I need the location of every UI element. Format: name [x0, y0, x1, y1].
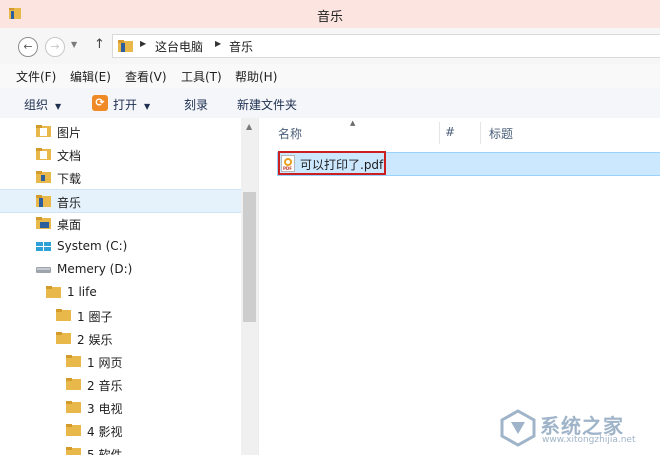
file-row-selected[interactable]: PDF 可以打印了.pdf [277, 151, 660, 176]
new-folder-button[interactable]: 新建文件夹 [237, 96, 297, 113]
scroll-thumb[interactable] [243, 192, 256, 322]
menu-bar: 文件(F) 编辑(E) 查看(V) 工具(T) 帮助(H) [0, 64, 660, 89]
nav-item[interactable]: Memery (D:) [0, 258, 240, 280]
nav-item[interactable]: 图片 [0, 120, 240, 142]
folder-icon [66, 355, 81, 367]
pictures-folder-icon [36, 125, 51, 137]
organize-label: 组织 [24, 98, 49, 112]
path-box[interactable]: ▶ 这台电脑 ▶ 音乐 [112, 34, 660, 58]
open-app-icon: ⟳ [92, 95, 108, 111]
nav-item[interactable]: 音乐 [0, 189, 241, 213]
watermark-url: www.xitongzhijia.net [542, 435, 636, 445]
breadcrumb-music[interactable]: 音乐 [229, 38, 253, 55]
nav-item[interactable]: System (C:) [0, 235, 240, 257]
chevron-down-icon: ▼ [55, 102, 62, 111]
nav-item[interactable]: 2 娱乐 [0, 327, 240, 349]
back-arrow-icon: ← [23, 40, 33, 53]
up-arrow-icon: ↑ [94, 37, 105, 52]
chevron-down-icon: ▼ [71, 40, 78, 49]
menu-tools[interactable]: 工具(T) [181, 68, 222, 85]
nav-item[interactable]: 2 音乐 [0, 373, 240, 395]
menu-file[interactable]: 文件(F) [16, 68, 56, 85]
nav-item-label: Memery (D:) [57, 262, 133, 276]
breadcrumb-separator-icon: ▶ [215, 39, 222, 48]
title-bar: 音乐 [0, 0, 660, 28]
windows-drive-icon [36, 242, 51, 251]
breadcrumb-separator-icon: ▶ [140, 39, 147, 48]
nav-item-label: 2 音乐 [87, 379, 123, 393]
up-button[interactable]: ↑ [94, 37, 105, 52]
back-button[interactable]: ← [18, 37, 38, 57]
nav-item[interactable]: 下载 [0, 166, 240, 188]
chevron-down-icon: ▼ [144, 102, 151, 111]
navigation-pane: 图片文档下载音乐桌面 System (C:) Memery (D:) 1 life 1 … [0, 118, 259, 455]
nav-item[interactable]: 桌面 [0, 212, 240, 234]
nav-item-label: System (C:) [57, 239, 128, 253]
sort-ascending-icon: ▲ [350, 119, 356, 127]
folder-icon [56, 332, 71, 344]
scroll-up-icon[interactable]: ▲ [246, 122, 252, 131]
nav-item-label: 桌面 [57, 218, 82, 232]
folder-icon [56, 309, 71, 321]
column-divider[interactable] [439, 122, 440, 144]
nav-item-label: 下载 [57, 172, 82, 186]
nav-item-label: 音乐 [57, 196, 82, 210]
nav-item[interactable]: 1 网页 [0, 350, 240, 372]
watermark-logo-icon [500, 409, 536, 447]
downloads-folder-icon [36, 171, 51, 183]
nav-item-label: 5 软件 [87, 448, 123, 455]
open-label: 打开 [113, 98, 138, 112]
file-name[interactable]: 可以打印了.pdf [300, 156, 383, 173]
nav-item[interactable]: 1 圈子 [0, 304, 240, 326]
nav-item[interactable]: 3 电视 [0, 396, 240, 418]
forward-arrow-icon: → [50, 40, 60, 53]
nav-item-label: 文档 [57, 149, 82, 163]
music-folder-icon [118, 40, 133, 52]
nav-item-label: 3 电视 [87, 402, 123, 416]
folder-icon [66, 424, 81, 436]
nav-item-label: 2 娱乐 [77, 333, 113, 347]
column-divider[interactable] [480, 122, 481, 144]
folder-icon [66, 378, 81, 390]
watermark: 系统之家 www.xitongzhijia.net [498, 404, 658, 452]
folder-icon [46, 286, 61, 298]
nav-item-label: 1 圈子 [77, 310, 113, 324]
nav-scrollbar[interactable]: ▲ [241, 118, 258, 455]
open-button[interactable]: 打开 ▼ [113, 96, 150, 113]
column-header-title[interactable]: 标题 [489, 125, 513, 142]
menu-help[interactable]: 帮助(H) [235, 68, 277, 85]
recent-locations-dropdown[interactable]: ▼ [71, 40, 77, 49]
drive-icon [36, 267, 51, 273]
window-title: 音乐 [316, 10, 343, 25]
column-header-name[interactable]: 名称 [278, 125, 302, 142]
nav-item-label: 4 影视 [87, 425, 123, 439]
nav-item[interactable]: 4 影视 [0, 419, 240, 441]
nav-item-label: 1 网页 [87, 356, 123, 370]
menu-edit[interactable]: 编辑(E) [70, 68, 111, 85]
nav-item[interactable]: 文档 [0, 143, 240, 165]
address-bar: ← → ▼ ↑ ▶ 这台电脑 ▶ 音乐 [0, 28, 660, 65]
burn-button[interactable]: 刻录 [184, 96, 208, 113]
desktop-folder-icon [36, 217, 51, 229]
command-toolbar: 组织 ▼ ⟳ 打开 ▼ 刻录 新建文件夹 [0, 88, 660, 119]
organize-button[interactable]: 组织 ▼ [24, 96, 61, 113]
pdf-file-icon: PDF [281, 155, 295, 172]
music-folder-icon [36, 195, 51, 207]
nav-item-label: 1 life [67, 285, 97, 299]
menu-view[interactable]: 查看(V) [125, 68, 167, 85]
column-header-number[interactable]: # [445, 125, 455, 139]
nav-item[interactable]: 5 软件 [0, 442, 240, 455]
folder-icon [66, 401, 81, 413]
documents-folder-icon [36, 148, 51, 160]
forward-button[interactable]: → [45, 37, 65, 57]
breadcrumb-this-pc[interactable]: 这台电脑 [155, 38, 203, 55]
nav-item[interactable]: 1 life [0, 281, 240, 303]
folder-icon [66, 447, 81, 455]
nav-item-label: 图片 [57, 126, 82, 140]
